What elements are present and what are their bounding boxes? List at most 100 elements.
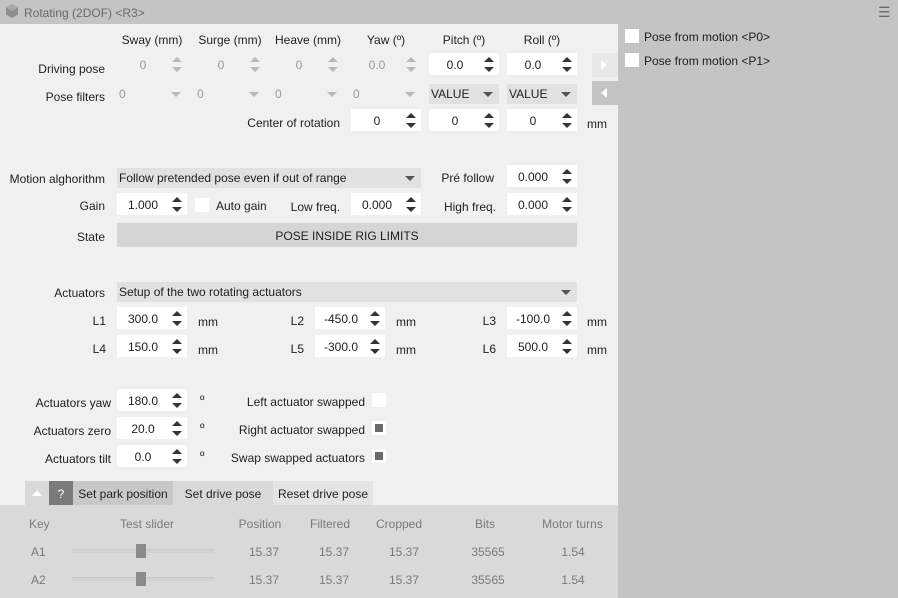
up-arrow-icon[interactable] bbox=[172, 311, 182, 316]
help-button[interactable]: ? bbox=[49, 481, 73, 505]
l1-spinner[interactable]: 300.0 bbox=[117, 307, 187, 329]
spinner-arrows[interactable] bbox=[482, 55, 496, 73]
down-arrow-icon[interactable] bbox=[562, 321, 572, 326]
spinner-arrows[interactable] bbox=[404, 111, 418, 129]
up-arrow-icon[interactable] bbox=[172, 339, 182, 344]
down-arrow-icon[interactable] bbox=[370, 321, 380, 326]
down-arrow-icon[interactable] bbox=[328, 67, 338, 72]
l5-spinner[interactable]: -300.0 bbox=[315, 335, 385, 357]
center-x-spinner[interactable]: 0 bbox=[351, 109, 421, 131]
up-arrow-icon[interactable] bbox=[562, 113, 572, 118]
spinner-arrows[interactable] bbox=[368, 309, 382, 327]
pose-from-motion-p1-checkbox[interactable] bbox=[625, 53, 639, 67]
down-arrow-icon[interactable] bbox=[562, 349, 572, 354]
auto-gain-checkbox[interactable] bbox=[195, 198, 209, 212]
driving-pose-pitch-spinner[interactable]: 0.0 bbox=[429, 53, 499, 75]
spinner-arrows[interactable] bbox=[248, 55, 262, 73]
spinner-arrows[interactable] bbox=[560, 337, 574, 355]
down-arrow-icon[interactable] bbox=[484, 67, 494, 72]
spinner-arrows[interactable] bbox=[170, 419, 184, 437]
pose-filter-roll-select[interactable]: VALUE bbox=[507, 84, 577, 104]
down-arrow-icon[interactable] bbox=[406, 207, 416, 212]
menu-icon[interactable]: ☰ bbox=[878, 4, 892, 20]
down-arrow-icon[interactable] bbox=[562, 179, 572, 184]
spinner-arrows[interactable] bbox=[560, 167, 574, 185]
spinner-arrows[interactable] bbox=[482, 111, 496, 129]
down-arrow-icon[interactable] bbox=[562, 67, 572, 72]
spinner-arrows[interactable] bbox=[404, 195, 418, 213]
reset-drive-pose-button[interactable]: Reset drive pose bbox=[273, 481, 373, 505]
spinner-arrows[interactable] bbox=[560, 111, 574, 129]
pose-filter-heave-select[interactable]: 0 bbox=[273, 84, 343, 104]
up-arrow-icon[interactable] bbox=[406, 197, 416, 202]
pose-from-motion-p0-checkbox[interactable] bbox=[625, 29, 639, 43]
forward-button[interactable] bbox=[592, 53, 618, 77]
actuators-setup-select[interactable]: Setup of the two rotating actuators bbox=[117, 282, 577, 302]
gain-spinner[interactable]: 1.000 bbox=[117, 193, 187, 215]
center-y-spinner[interactable]: 0 bbox=[429, 109, 499, 131]
spinner-arrows[interactable] bbox=[170, 447, 184, 465]
down-arrow-icon[interactable] bbox=[172, 207, 182, 212]
down-arrow-icon[interactable] bbox=[562, 123, 572, 128]
up-arrow-icon[interactable] bbox=[562, 311, 572, 316]
l4-spinner[interactable]: 150.0 bbox=[117, 335, 187, 357]
driving-pose-surge-spinner[interactable]: 0 bbox=[195, 53, 265, 75]
pre-follow-spinner[interactable]: 0.000 bbox=[507, 165, 577, 187]
actuators-zero-spinner[interactable]: 20.0 bbox=[117, 417, 187, 439]
up-arrow-icon[interactable] bbox=[172, 197, 182, 202]
spinner-arrows[interactable] bbox=[170, 195, 184, 213]
collapse-button[interactable] bbox=[25, 481, 49, 505]
spinner-arrows[interactable] bbox=[560, 195, 574, 213]
l6-spinner[interactable]: 500.0 bbox=[507, 335, 577, 357]
pose-filter-sway-select[interactable]: 0 bbox=[117, 84, 187, 104]
up-arrow-icon[interactable] bbox=[172, 393, 182, 398]
low-freq-spinner[interactable]: 0.000 bbox=[351, 193, 421, 215]
right-swapped-checkbox[interactable] bbox=[372, 421, 386, 435]
driving-pose-heave-spinner[interactable]: 0 bbox=[273, 53, 343, 75]
set-park-position-button[interactable]: Set park position bbox=[73, 481, 173, 505]
up-arrow-icon[interactable] bbox=[172, 57, 182, 62]
motion-algorithm-select[interactable]: Follow pretended pose even if out of ran… bbox=[117, 168, 421, 188]
up-arrow-icon[interactable] bbox=[562, 169, 572, 174]
high-freq-spinner[interactable]: 0.000 bbox=[507, 193, 577, 215]
up-arrow-icon[interactable] bbox=[370, 339, 380, 344]
down-arrow-icon[interactable] bbox=[172, 349, 182, 354]
down-arrow-icon[interactable] bbox=[172, 403, 182, 408]
up-arrow-icon[interactable] bbox=[172, 449, 182, 454]
spinner-arrows[interactable] bbox=[170, 337, 184, 355]
down-arrow-icon[interactable] bbox=[172, 431, 182, 436]
up-arrow-icon[interactable] bbox=[484, 113, 494, 118]
down-arrow-icon[interactable] bbox=[172, 67, 182, 72]
spinner-arrows[interactable] bbox=[404, 55, 418, 73]
driving-pose-sway-spinner[interactable]: 0 bbox=[117, 53, 187, 75]
center-z-spinner[interactable]: 0 bbox=[507, 109, 577, 131]
spinner-arrows[interactable] bbox=[560, 309, 574, 327]
up-arrow-icon[interactable] bbox=[250, 57, 260, 62]
spinner-arrows[interactable] bbox=[170, 309, 184, 327]
up-arrow-icon[interactable] bbox=[562, 197, 572, 202]
down-arrow-icon[interactable] bbox=[250, 67, 260, 72]
set-drive-pose-button[interactable]: Set drive pose bbox=[173, 481, 273, 505]
down-arrow-icon[interactable] bbox=[172, 459, 182, 464]
spinner-arrows[interactable] bbox=[368, 337, 382, 355]
test-slider-thumb[interactable] bbox=[136, 544, 146, 558]
up-arrow-icon[interactable] bbox=[484, 57, 494, 62]
actuators-yaw-spinner[interactable]: 180.0 bbox=[117, 389, 187, 411]
up-arrow-icon[interactable] bbox=[328, 57, 338, 62]
up-arrow-icon[interactable] bbox=[370, 311, 380, 316]
pose-filter-yaw-select[interactable]: 0 bbox=[351, 84, 421, 104]
driving-pose-roll-spinner[interactable]: 0.0 bbox=[507, 53, 577, 75]
swap-swapped-checkbox[interactable] bbox=[372, 449, 386, 463]
spinner-arrows[interactable] bbox=[170, 55, 184, 73]
back-button[interactable] bbox=[592, 81, 618, 105]
spinner-arrows[interactable] bbox=[326, 55, 340, 73]
up-arrow-icon[interactable] bbox=[562, 57, 572, 62]
driving-pose-yaw-spinner[interactable]: 0.0 bbox=[351, 53, 421, 75]
down-arrow-icon[interactable] bbox=[370, 349, 380, 354]
up-arrow-icon[interactable] bbox=[406, 57, 416, 62]
up-arrow-icon[interactable] bbox=[562, 339, 572, 344]
left-swapped-checkbox[interactable] bbox=[372, 393, 386, 407]
actuators-tilt-spinner[interactable]: 0.0 bbox=[117, 445, 187, 467]
down-arrow-icon[interactable] bbox=[406, 123, 416, 128]
down-arrow-icon[interactable] bbox=[484, 123, 494, 128]
